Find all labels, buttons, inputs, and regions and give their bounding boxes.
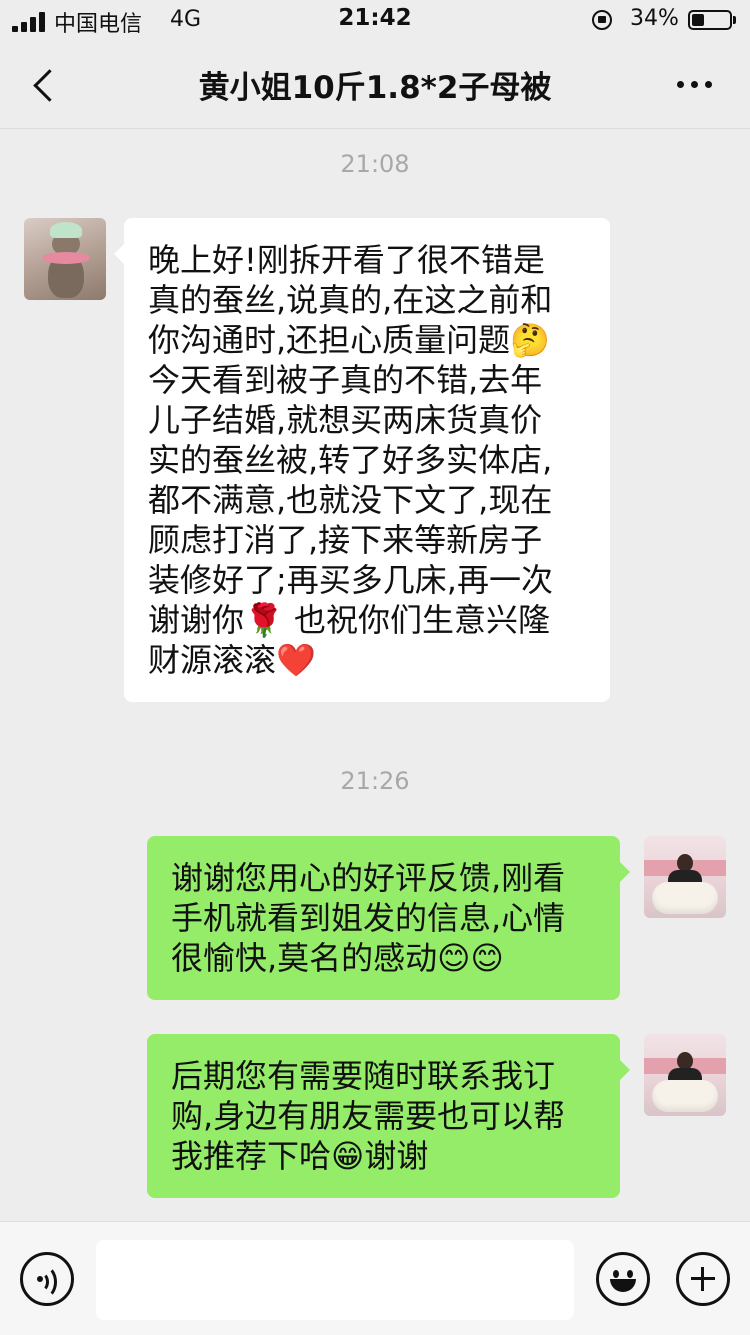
message-line: 都不满意,也就没下文了,现在	[148, 481, 553, 519]
outgoing-message-bubble[interactable]: 后期您有需要随时联系我订 购,身边有朋友需要也可以帮 我推荐下哈😁谢谢	[147, 1034, 630, 1198]
message-line: 我推荐下哈😁谢谢	[171, 1137, 429, 1175]
message-line: 实的蚕丝被,转了好多实体店,	[148, 441, 553, 479]
message-timestamp: 21:26	[340, 767, 410, 795]
voice-icon[interactable]	[20, 1252, 74, 1306]
my-avatar[interactable]	[644, 1034, 726, 1116]
message-line: 后期您有需要随时联系我订	[171, 1057, 556, 1095]
message-line: 谢谢您用心的好评反馈,刚看	[171, 859, 566, 897]
message-line: 顾虑打消了,接下来等新房子	[148, 521, 543, 559]
battery-icon	[688, 10, 732, 30]
message-line: 儿子结婚,就想买两床货真价	[148, 401, 543, 439]
plus-icon[interactable]	[676, 1252, 730, 1306]
message-line: 很愉快,莫名的感动😊😊	[171, 939, 504, 977]
message-input[interactable]	[96, 1240, 574, 1320]
message-line: 今天看到被子真的不错,去年	[148, 361, 543, 399]
message-line: 装修好了;再买多几床,再一次	[148, 561, 553, 599]
message-line: 晚上好!刚拆开看了很不错是	[148, 241, 545, 279]
chat-title: 黄小姐10斤1.8*2子母被	[198, 70, 552, 106]
battery-percent: 34%	[630, 6, 679, 31]
chat-header: 黄小姐10斤1.8*2子母被	[0, 42, 750, 129]
chat-input-bar	[0, 1221, 750, 1335]
message-line: 你沟通时,还担心质量问题🤔	[148, 321, 551, 359]
message-line: 财源滚滚❤️	[148, 641, 316, 679]
incoming-message-bubble[interactable]: 晚上好!刚拆开看了很不错是 真的蚕丝,说真的,在这之前和 你沟通时,还担心质量问…	[114, 218, 610, 702]
ellipsis-icon[interactable]	[676, 78, 716, 90]
battery-level	[692, 14, 704, 26]
message-line: 谢谢你🌹 也祝你们生意兴隆	[148, 601, 551, 639]
battery-cap	[733, 16, 736, 24]
rotation-lock-icon	[592, 10, 612, 30]
contact-avatar[interactable]	[24, 218, 106, 300]
outgoing-message-bubble[interactable]: 谢谢您用心的好评反馈,刚看 手机就看到姐发的信息,心情 很愉快,莫名的感动😊😊	[147, 836, 630, 1000]
status-bar: 中国电信 4G 21:42 34%	[0, 0, 750, 42]
emoji-icon[interactable]	[596, 1252, 650, 1306]
message-timestamp: 21:08	[340, 150, 410, 178]
my-avatar[interactable]	[644, 836, 726, 918]
chevron-left-icon[interactable]	[30, 68, 54, 102]
message-line: 购,身边有朋友需要也可以帮	[171, 1097, 566, 1135]
message-line: 手机就看到姐发的信息,心情	[171, 899, 566, 937]
message-line: 真的蚕丝,说真的,在这之前和	[148, 281, 553, 319]
